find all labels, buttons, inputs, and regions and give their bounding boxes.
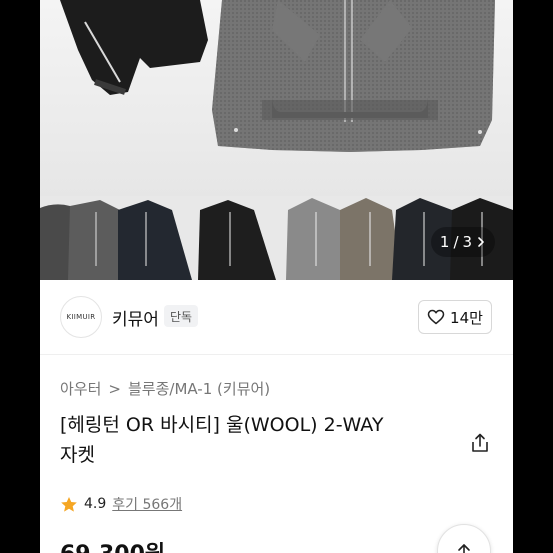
scroll-top-button[interactable] — [437, 524, 491, 553]
product-title: [헤링턴 OR 바시티] 울(WOOL) 2-WAY 자켓 — [60, 410, 460, 470]
review-count-link[interactable]: 후기 566개 — [112, 494, 182, 514]
heart-icon — [427, 309, 445, 325]
product-title-line2: 자켓 — [60, 444, 95, 466]
brand-name[interactable]: 키뮤어 — [112, 305, 159, 330]
gallery-current-page: 1 — [439, 232, 450, 251]
brand-logo-text: KIIMUIR — [66, 313, 96, 321]
jacket-photo-illustration — [60, 0, 495, 152]
like-count: 14만 — [450, 308, 483, 327]
chevron-right-icon[interactable] — [476, 236, 486, 248]
brand-logo[interactable]: KIIMUIR — [60, 296, 102, 338]
product-main-photo — [40, 0, 513, 200]
like-button[interactable]: 14만 — [418, 300, 492, 334]
product-rating: 4.9 후기 566개 — [60, 494, 182, 514]
breadcrumb: 아우터 > 블루종/MA-1 (키뮤어) — [60, 378, 270, 399]
arrow-up-icon — [458, 544, 470, 553]
star-icon — [61, 496, 77, 512]
breadcrumb-category[interactable]: 블루종/MA-1 (키뮤어) — [128, 378, 270, 399]
exclusive-badge: 단독 — [164, 305, 199, 327]
share-button[interactable] — [469, 432, 491, 454]
product-price: 69,300원 — [60, 536, 165, 553]
product-screen: 1 / 3 KIIMUIR 키뮤어 단독 14만 아우터 > 블루종/MA-1 … — [40, 0, 513, 553]
breadcrumb-outer[interactable]: 아우터 — [60, 378, 101, 399]
gallery-page-indicator[interactable]: 1 / 3 — [431, 227, 495, 257]
gallery-page-separator: / — [453, 232, 459, 251]
breadcrumb-separator: > — [108, 379, 121, 398]
product-image-gallery[interactable]: 1 / 3 — [40, 0, 513, 280]
product-title-line1: [헤링턴 OR 바시티] 울(WOOL) 2-WAY — [60, 414, 384, 436]
share-icon — [472, 433, 488, 452]
brand-row: KIIMUIR 키뮤어 단독 14만 — [40, 280, 513, 355]
rating-score: 4.9 — [84, 496, 107, 512]
gallery-total-pages: 3 — [462, 232, 473, 251]
